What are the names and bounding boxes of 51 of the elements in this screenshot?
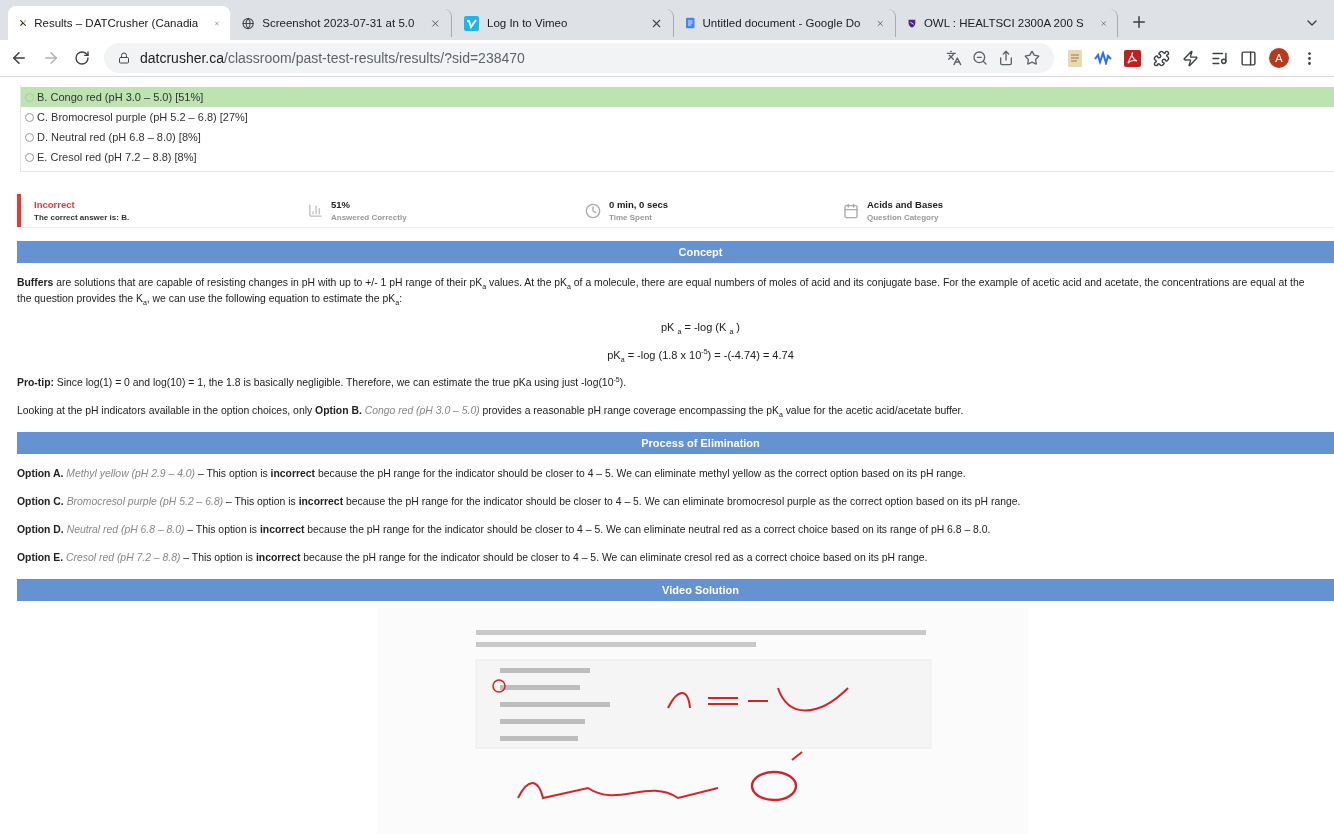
paragraph-text: Option D. Neutral red (pH 6.8 – 8.0) – This option is incorrect because the pH range for the indicator should be closer to 4 – 5. We can eliminate neutral red as a correct choice based on its range of pH 6.8 – 8.0.	[17, 523, 992, 537]
video-logo-icon	[464, 15, 479, 31]
stat-caption: Answered Correctly	[331, 213, 407, 222]
section-banner: Video Solution	[17, 579, 1334, 601]
stat-value: Acids and Bases	[867, 199, 944, 210]
star-icon[interactable]	[1024, 50, 1040, 66]
bar-chart-icon	[308, 203, 323, 218]
browser-tab[interactable]: Results – DATCrusher (Canadia	[8, 6, 230, 40]
back-icon[interactable]	[10, 49, 28, 67]
browser-tab[interactable]: Log In to Vimeo	[452, 9, 674, 37]
stat-value: 0 min, 0 secs	[609, 199, 669, 210]
section-banner: Process of Elimination	[17, 432, 1334, 454]
stat-caption: Question Category	[867, 213, 940, 222]
browser-tab[interactable]: Screenshot 2023-07-31 at 5.0	[230, 9, 452, 37]
profile-avatar[interactable]: A	[1269, 48, 1289, 68]
paragraph-text: Looking at the pH indicators available in the option choices, only Option B. Congo red (pH 3.0 – 5.0) provides a reasonable pH range coverage encompassing the pK$_{a}$ value for the acetic acid/acetate buffer.	[17, 404, 965, 419]
browser-tab[interactable]: OWL : HEALTSCI 2300A 200 S	[896, 9, 1118, 37]
paragraph-text: Buffers are solutions that are capable of resisting changes in pH with up to +/- 1 pH range of their pK$_{a}$ values. At the pK$_{a}$ of a molecule, there are equal numbers of moles of acid and its conjugate base. For the example of acetic acid and acetate, the concentrations are equal at the	[17, 276, 1306, 291]
result-status: Incorrect	[34, 199, 76, 210]
lock-icon	[118, 52, 130, 64]
document-icon	[686, 15, 695, 31]
browser-tab[interactable]: Untitled document - Google Do	[674, 9, 896, 37]
stat-caption: Time Spent	[609, 213, 653, 222]
answer-option: B. Congo red (pH 3.0 – 5.0) [51%]	[21, 87, 1334, 107]
bolt-icon[interactable]	[1182, 49, 1199, 67]
side-panel-icon[interactable]	[1240, 49, 1257, 67]
paragraph-text: the question provides the K$_{a}$, we can use the following equation to estimate the pK$_{a}$:	[17, 292, 404, 307]
formula-text: pK $_{a}$ = -log (K $_{a}$ )	[660, 321, 741, 333]
wave-icon[interactable]	[1094, 51, 1112, 65]
reload-icon[interactable]	[74, 50, 90, 66]
paragraph-text: Pro-tip: Since log(1) = 0 and log(10) = 1, the 1.8 is basically negligible. Therefore, we can estimate the true pKa using just -log(10$^{-5}$).	[17, 375, 628, 390]
paragraph-text: Option C. Bromocresol purple (pH 5.2 – 6.8) – This option is incorrect because the pH range for the indicator should be closer to 4 – 5. We can eliminate bromocresol purple as the correct option based on its pH range.	[17, 495, 1022, 509]
paragraph-text: Option A. Methyl yellow (pH 2.9 – 4.0) – This option is incorrect because the pH range for the indicator should be closer to 4 – 5. We can eliminate methyl yellow as the correct option based on its pH range.	[17, 467, 967, 481]
extensions-icon[interactable]	[1153, 49, 1170, 67]
formula-text: pK$_{a}$ = -log (1.8 x 10$^{-5}$) = -(-4.74) = 4.74	[607, 349, 794, 361]
globe-icon	[242, 15, 255, 31]
share-icon[interactable]	[998, 50, 1014, 66]
answer-option: E. Cresol red (pH 7.2 – 8.8) [8%]	[21, 147, 1334, 167]
new-tab-icon[interactable]	[1130, 13, 1148, 31]
clock-icon	[585, 202, 601, 219]
answer-option: D. Neutral red (pH 6.8 – 8.0) [8%]	[21, 127, 1334, 147]
answer-option: C. Bromocresol purple (pH 5.2 – 6.8) [27%]	[21, 107, 1334, 127]
paragraph-text: Option E. Cresol red (pH 7.2 – 8.8) – This option is incorrect because the pH range for the indicator should be closer to 4 – 5. We can eliminate cresol red as a correct choice based on its pH range.	[17, 551, 929, 565]
zoom-out-icon[interactable]	[972, 50, 988, 66]
section-banner: Concept	[17, 241, 1334, 263]
calendar-icon	[843, 202, 859, 219]
address-bar[interactable]: datcrusher.ca/classroom/past-test-results/results/?sid=238470	[104, 43, 1054, 73]
correct-answer-text: The correct answer is: B.	[34, 213, 131, 222]
stat-value: 51%	[331, 199, 351, 210]
pdf-icon[interactable]	[1124, 49, 1141, 67]
translate-icon[interactable]	[946, 50, 962, 66]
